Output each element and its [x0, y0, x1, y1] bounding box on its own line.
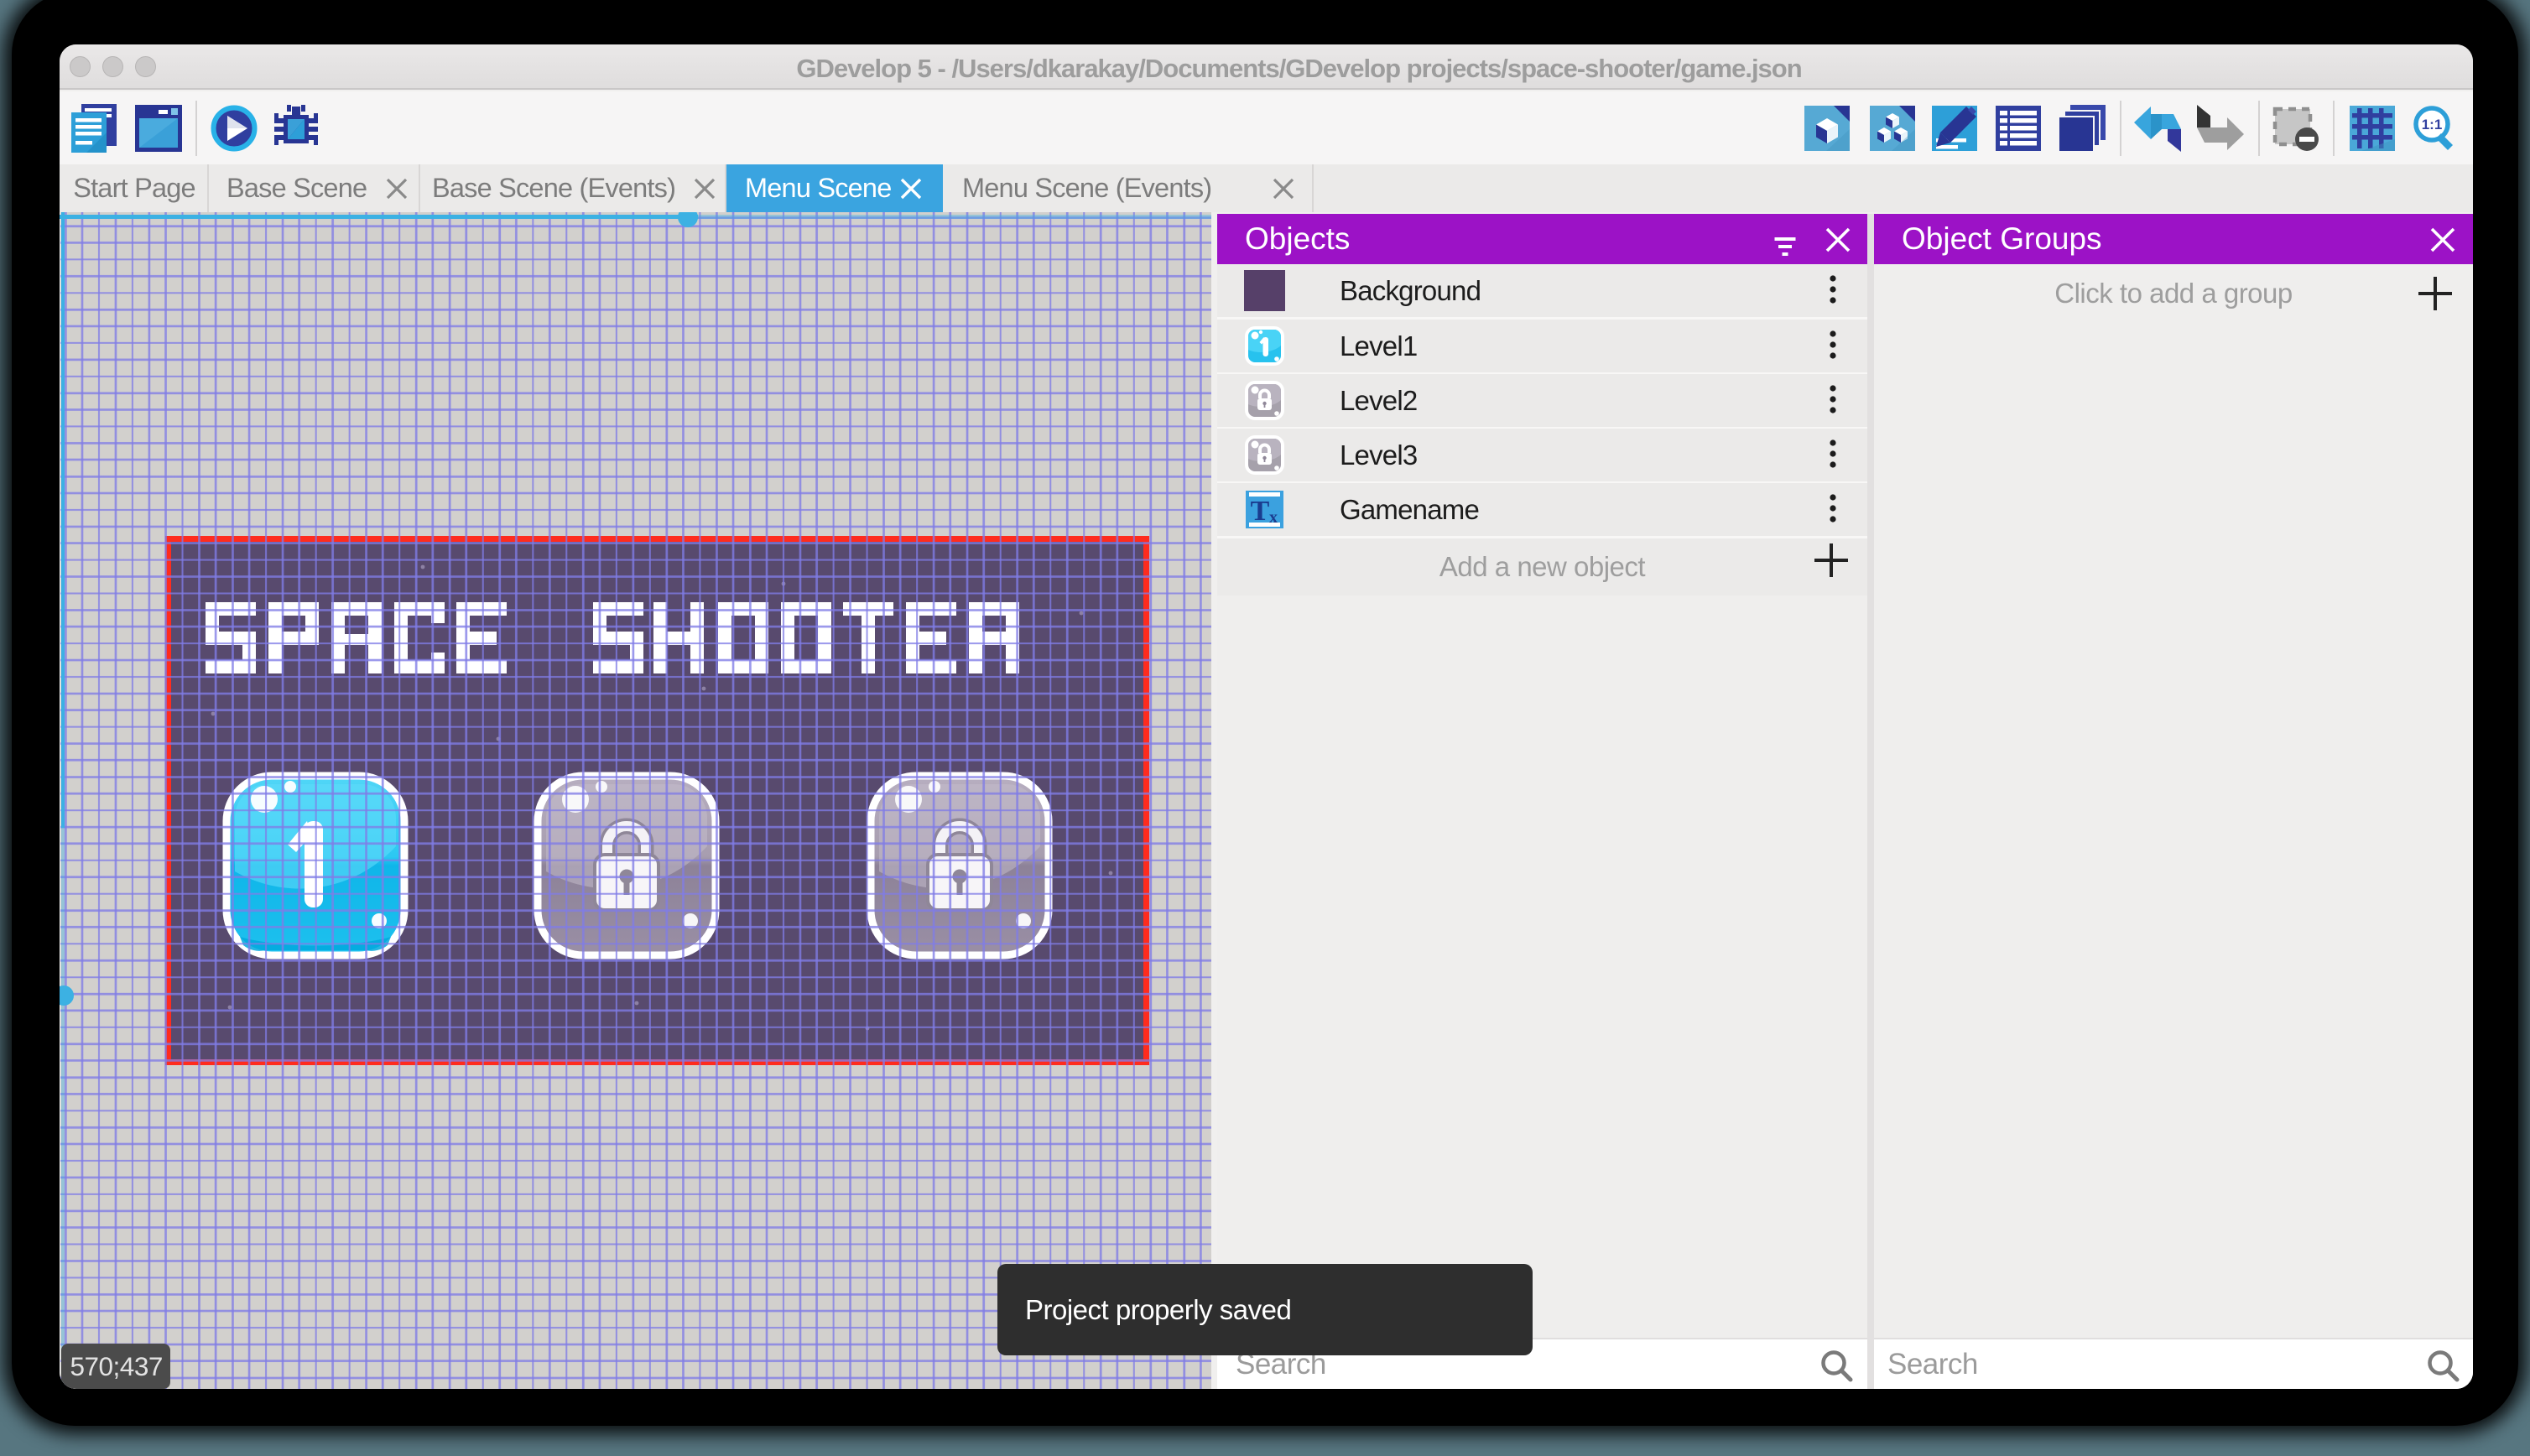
svg-text:1:1: 1:1	[2422, 117, 2443, 133]
svg-text:T: T	[1251, 496, 1270, 527]
svg-text:x: x	[1269, 508, 1278, 527]
